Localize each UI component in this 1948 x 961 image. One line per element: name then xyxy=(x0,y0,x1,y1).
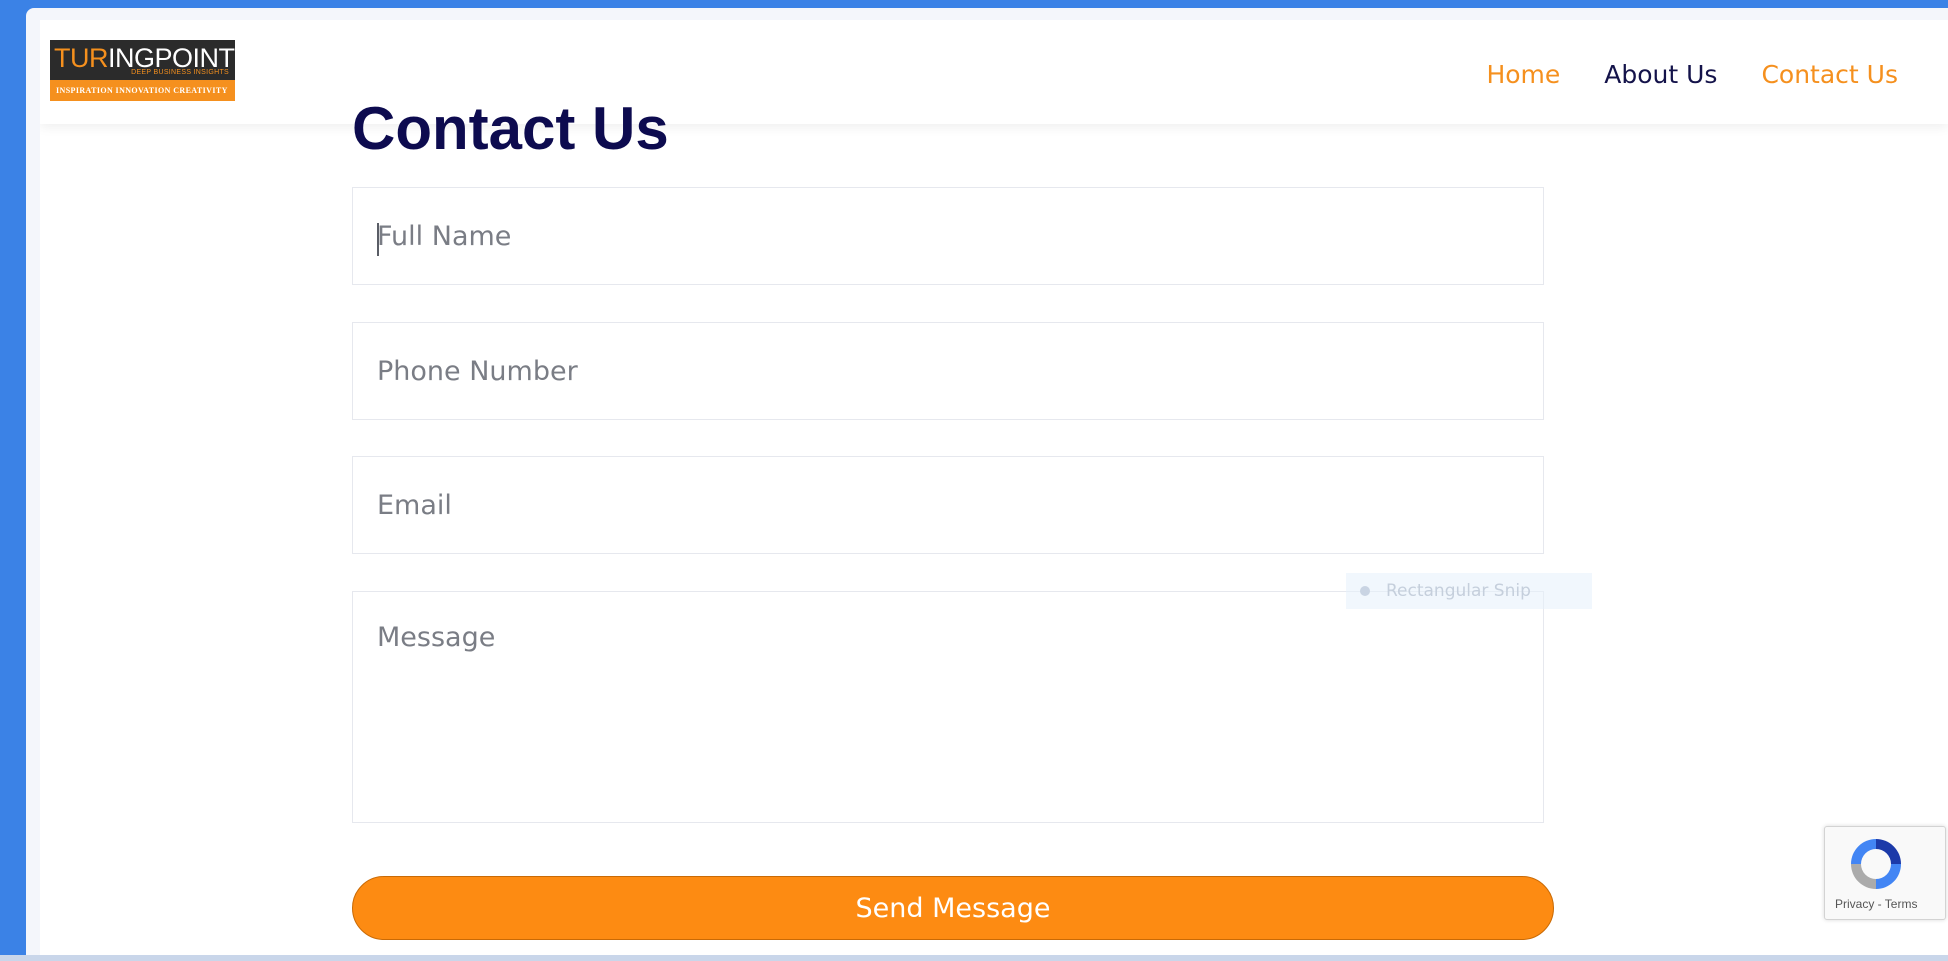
logo-orange-band: INSPIRATION INNOVATION CREATIVITY xyxy=(50,80,235,101)
full-name-field[interactable] xyxy=(352,187,1544,285)
send-message-button[interactable]: Send Message xyxy=(352,876,1554,940)
page-title: Contact Us xyxy=(352,95,669,162)
taskbar-edge xyxy=(0,955,1948,961)
turingpoint-logo[interactable]: TURINGPOINT DEEP BUSINESS INSIGHTS INSPI… xyxy=(50,40,235,101)
main-nav: Home About Us Contact Us xyxy=(1486,60,1898,89)
nav-about-us-link[interactable]: About Us xyxy=(1604,60,1717,89)
snip-hint-label: Rectangular Snip xyxy=(1386,581,1531,601)
recaptcha-terms[interactable]: Privacy - Terms xyxy=(1835,897,1917,911)
nav-home-link[interactable]: Home xyxy=(1486,60,1560,89)
recaptcha-badge[interactable]: Privacy - Terms xyxy=(1824,826,1946,920)
recaptcha-icon xyxy=(1851,839,1901,889)
text-cursor xyxy=(377,223,379,256)
email-field[interactable] xyxy=(352,456,1544,554)
logo-tagline: INSPIRATION INNOVATION CREATIVITY xyxy=(56,86,228,95)
snip-dot-icon xyxy=(1360,586,1370,596)
nav-contact-us-link[interactable]: Contact Us xyxy=(1761,60,1898,89)
message-field[interactable] xyxy=(352,591,1544,823)
logo-word-orange: TUR xyxy=(54,43,109,73)
snip-tool-hint: Rectangular Snip xyxy=(1346,573,1592,609)
logo-subtitle: DEEP BUSINESS INSIGHTS xyxy=(131,69,229,76)
logo-dark-band: TURINGPOINT DEEP BUSINESS INSIGHTS xyxy=(50,40,235,80)
phone-number-field[interactable] xyxy=(352,322,1544,420)
site-header: TURINGPOINT DEEP BUSINESS INSIGHTS INSPI… xyxy=(40,20,1948,124)
